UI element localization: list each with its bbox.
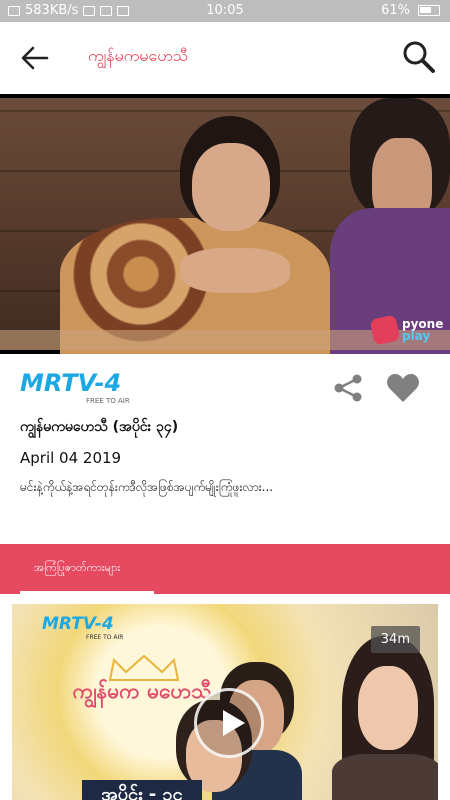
episode-description: မင်းနဲ့ကိုယ်နဲ့အရင်တုန်းကဒီလိုအဖြစ်အပျက်… xyxy=(20,480,274,494)
battery-percent: 61% xyxy=(381,3,410,18)
thumbnail-channel-tagline: FREE TO AIR xyxy=(86,634,124,641)
tab-bar: အကြံပြုဇာတ်ကားများ xyxy=(0,544,450,594)
page-title: ကျွန်မကမဟေသီ xyxy=(88,46,189,65)
back-arrow-icon[interactable] xyxy=(20,44,50,72)
share-icon[interactable] xyxy=(332,373,364,403)
channel-tagline: FREE TO AIR xyxy=(86,397,130,405)
recommended-video-card[interactable]: MRTV-4 FREE TO AIR ကျွန်မက မဟေသီ အပိုင်း… xyxy=(12,604,438,800)
video-frame[interactable]: pyone play xyxy=(0,98,450,354)
watermark-line2: play xyxy=(402,329,431,343)
episode-title: ကျွန်မကမဟေသီ (အပိုင်း ၃၄) xyxy=(20,419,179,435)
tab-label: အကြံပြုဇာတ်ကားများ xyxy=(34,561,121,574)
app-bar: ကျွန်မကမဟေသီ xyxy=(0,22,450,94)
clock: 10:05 xyxy=(206,3,244,18)
status-bar: 583KB/s 10:05 61% xyxy=(0,0,450,22)
favorite-heart-icon[interactable] xyxy=(386,372,420,404)
tab-recommended[interactable]: အကြံပြုဇာတ်ကားများ xyxy=(20,544,154,594)
thumbnail-channel-logo: MRTV-4 xyxy=(42,614,114,634)
thumbnail-episode-band: အပိုင်း - ၃၄ xyxy=(82,780,202,800)
pyone-logo-icon xyxy=(369,314,401,346)
pyone-play-watermark: pyone play xyxy=(369,314,443,346)
duration-badge: 34m xyxy=(370,626,420,653)
episode-date: April 04 2019 xyxy=(20,449,122,467)
battery-icon xyxy=(418,5,440,16)
tab-active-indicator xyxy=(20,591,154,594)
search-icon[interactable] xyxy=(402,40,436,74)
channel-logo: MRTV-4 FREE TO AIR xyxy=(20,369,130,405)
video-player[interactable]: pyone play xyxy=(0,94,450,354)
channel-name: MRTV-4 xyxy=(20,369,122,397)
play-button-icon[interactable] xyxy=(194,688,264,758)
